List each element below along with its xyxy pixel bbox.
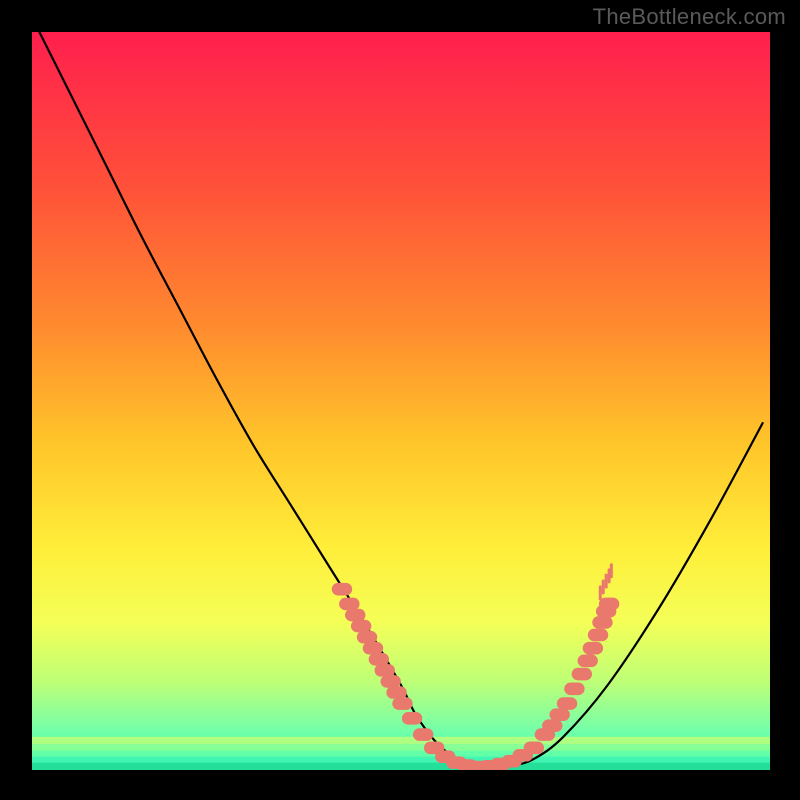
marker-bead [549,708,569,721]
marker-bead [363,642,383,655]
marker-bead [357,631,377,644]
watermark-text: TheBottleneck.com [593,4,786,30]
marker-bead [564,683,584,696]
marker-bead [402,712,422,725]
marker-bead [332,583,352,596]
marker-bead [599,598,619,611]
green-band-group [32,737,770,770]
green-band [32,763,770,770]
green-band [32,757,770,763]
marker-bead [524,742,544,755]
marker-bead [572,668,592,681]
marker-bead [386,686,406,699]
green-band [32,751,770,757]
marker-bead [588,629,608,642]
chart-stage: TheBottleneck.com [0,0,800,800]
marker-bead [339,598,359,611]
bottleneck-chart [0,0,800,800]
marker-bead [413,728,433,741]
marker-bead [542,719,562,732]
marker-bead [578,654,598,667]
marker-bead [369,653,389,666]
marker-bead [345,609,365,622]
marker-bead [375,664,395,677]
plot-background [32,32,770,770]
marker-bead [392,697,412,710]
marker-bead [592,616,612,629]
green-band [32,737,770,744]
marker-bead [351,620,371,633]
green-band [32,744,770,751]
marker-bead [557,697,577,710]
marker-bead [380,675,400,688]
marker-bead [583,642,603,655]
